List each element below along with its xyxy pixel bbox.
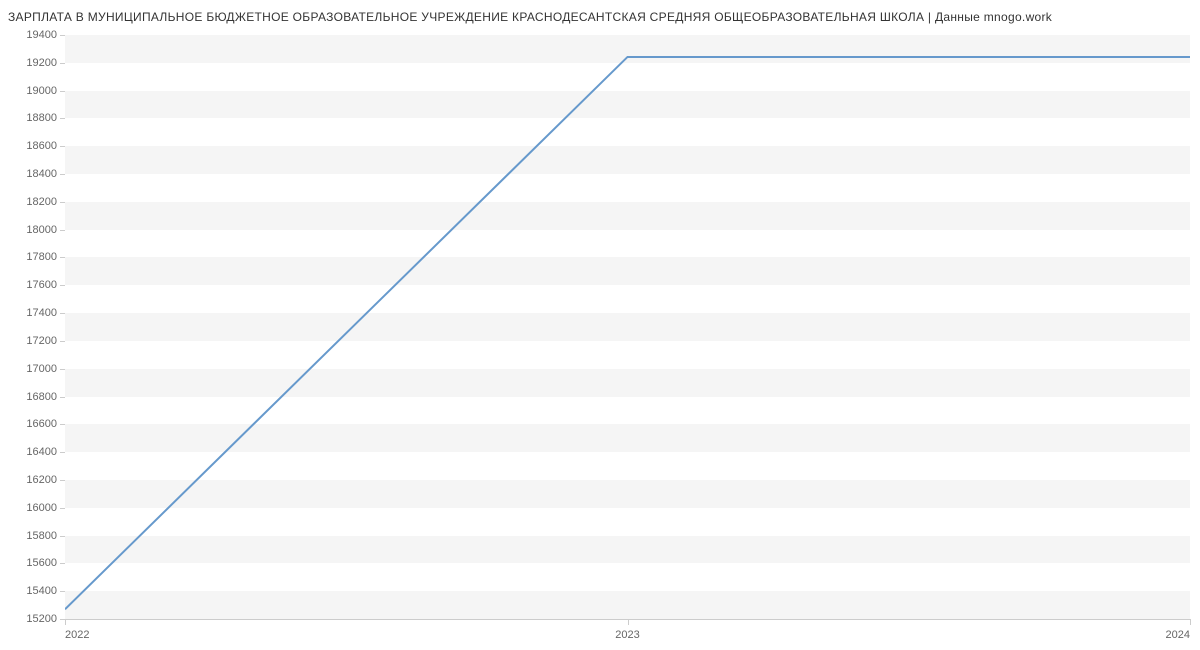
y-tick-label: 15800 (26, 530, 57, 542)
y-tick-mark (60, 202, 65, 203)
y-tick-mark (60, 285, 65, 286)
y-tick-label: 16800 (26, 391, 57, 403)
y-tick-mark (60, 257, 65, 258)
y-tick-mark (60, 591, 65, 592)
y-tick-label: 19400 (26, 29, 57, 41)
y-tick-label: 17600 (26, 279, 57, 291)
y-tick-mark (60, 35, 65, 36)
y-tick-label: 18000 (26, 224, 57, 236)
x-tick-mark (628, 619, 629, 625)
y-tick-label: 15200 (26, 613, 57, 625)
y-tick-label: 15600 (26, 557, 57, 569)
y-tick-label: 17200 (26, 335, 57, 347)
x-tick-label: 2022 (65, 629, 89, 641)
x-tick-mark (1190, 619, 1191, 625)
chart-line (65, 35, 1190, 619)
y-tick-label: 16600 (26, 418, 57, 430)
y-tick-mark (60, 230, 65, 231)
y-tick-label: 19000 (26, 85, 57, 97)
y-tick-mark (60, 397, 65, 398)
y-tick-label: 16200 (26, 474, 57, 486)
y-tick-mark (60, 563, 65, 564)
chart-title: ЗАРПЛАТА В МУНИЦИПАЛЬНОЕ БЮДЖЕТНОЕ ОБРАЗ… (0, 0, 1200, 24)
y-tick-mark (60, 480, 65, 481)
y-tick-mark (60, 63, 65, 64)
x-tick-label: 2024 (1166, 629, 1190, 641)
plot-area: 1520015400156001580016000162001640016600… (65, 35, 1190, 620)
y-tick-label: 16000 (26, 502, 57, 514)
y-tick-label: 18600 (26, 140, 57, 152)
y-tick-label: 16400 (26, 446, 57, 458)
y-tick-label: 17800 (26, 251, 57, 263)
plot-inner: 1520015400156001580016000162001640016600… (65, 35, 1190, 620)
y-tick-mark (60, 369, 65, 370)
y-tick-mark (60, 91, 65, 92)
y-tick-mark (60, 146, 65, 147)
y-tick-label: 17400 (26, 307, 57, 319)
y-tick-mark (60, 424, 65, 425)
y-tick-label: 18800 (26, 112, 57, 124)
y-tick-mark (60, 174, 65, 175)
chart-container: ЗАРПЛАТА В МУНИЦИПАЛЬНОЕ БЮДЖЕТНОЕ ОБРАЗ… (0, 0, 1200, 650)
y-tick-label: 18400 (26, 168, 57, 180)
x-tick-mark (65, 619, 66, 625)
y-tick-label: 15400 (26, 585, 57, 597)
y-tick-label: 17000 (26, 363, 57, 375)
y-tick-label: 18200 (26, 196, 57, 208)
y-tick-mark (60, 508, 65, 509)
x-tick-label: 2023 (615, 629, 639, 641)
y-tick-mark (60, 118, 65, 119)
y-tick-mark (60, 341, 65, 342)
y-tick-mark (60, 536, 65, 537)
y-tick-mark (60, 313, 65, 314)
y-tick-mark (60, 452, 65, 453)
y-tick-label: 19200 (26, 57, 57, 69)
